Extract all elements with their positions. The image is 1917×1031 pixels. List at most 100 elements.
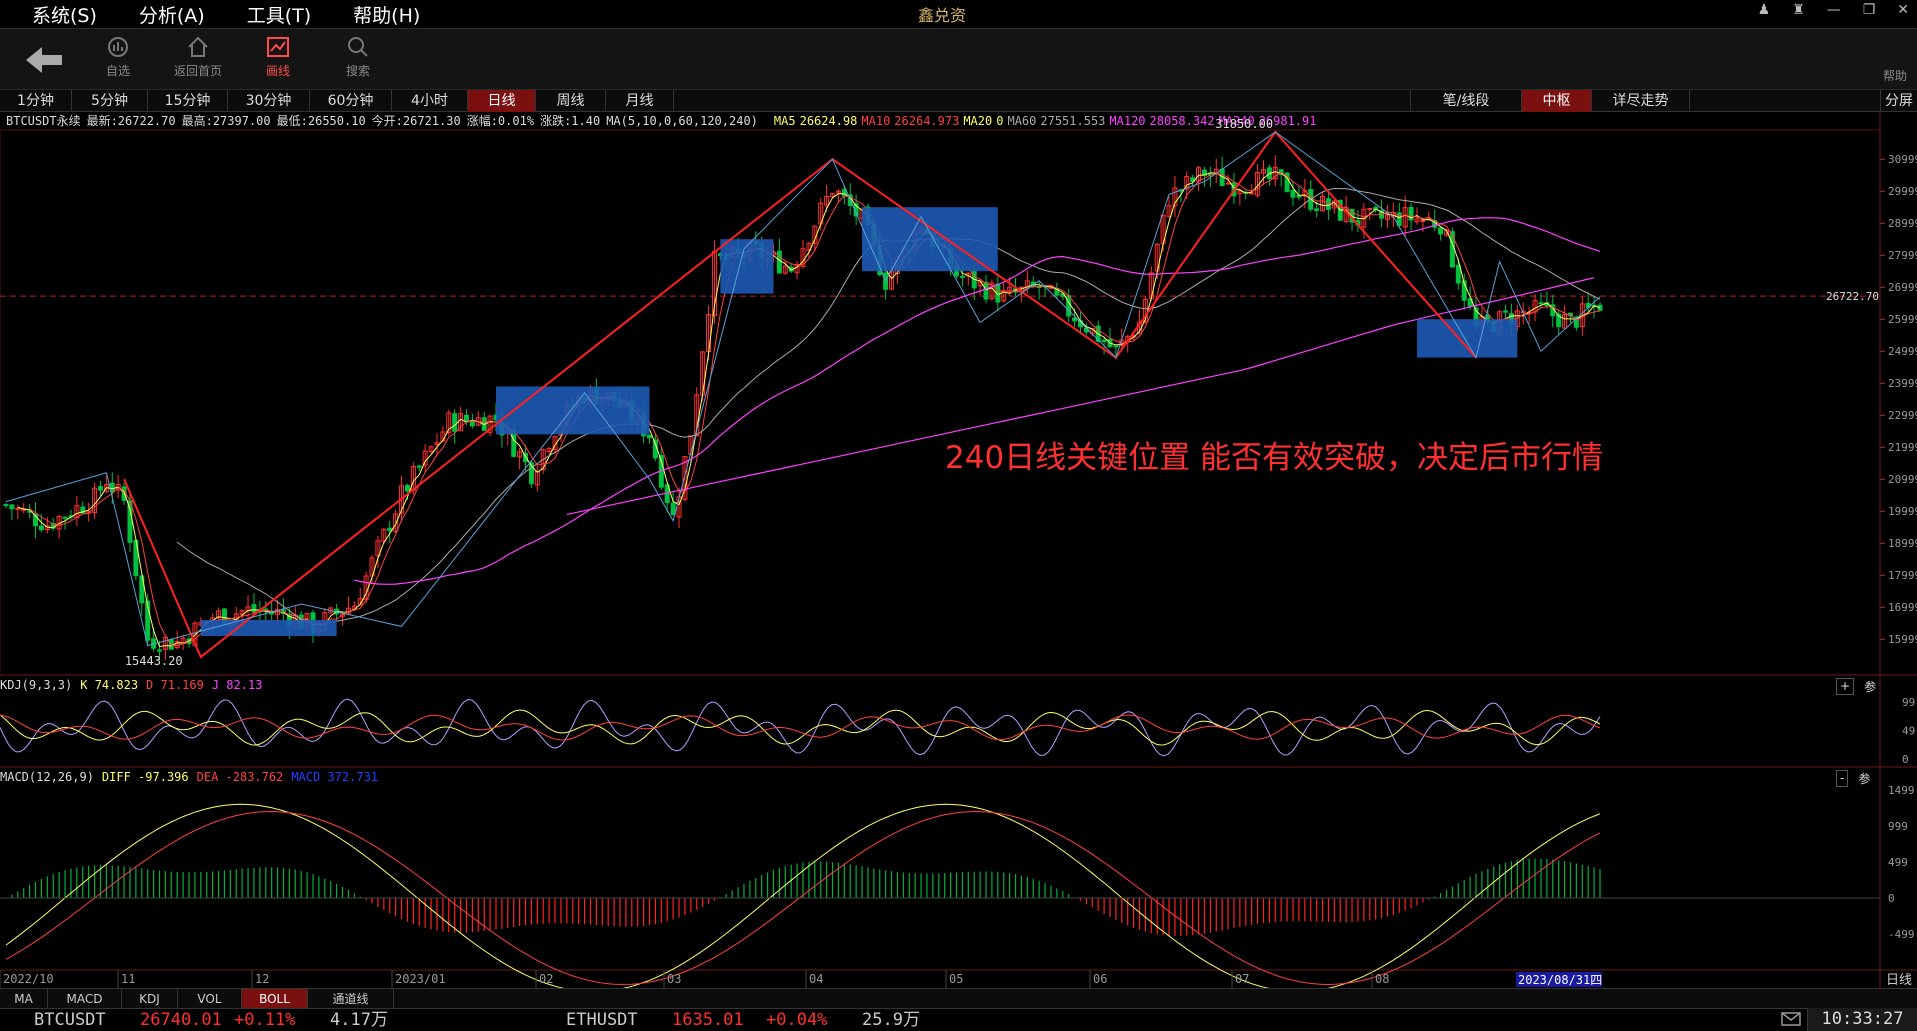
chart-annotation: 240日线关键位置 能否有效突破，决定后市行情 <box>945 440 1604 476</box>
candle-body <box>959 275 965 278</box>
status-vol-1: 4.17万 <box>330 1010 388 1030</box>
candle-body <box>1449 231 1455 268</box>
candle <box>369 555 375 585</box>
price-tick-label: 29999 <box>1888 185 1917 198</box>
time-tick-label: 2023/01 <box>395 972 446 986</box>
status-symbol-2[interactable]: ETHUSDT <box>566 1009 638 1031</box>
price-tick-label: 15999 <box>1888 633 1917 646</box>
candle-body <box>62 516 68 519</box>
candle <box>475 411 481 427</box>
kdj-d: D 71.169 <box>146 678 204 692</box>
candle-body <box>1420 219 1426 222</box>
candle <box>965 272 971 286</box>
candle <box>517 447 523 470</box>
macd-label: MACD(12,26,9) DIFF -97.396 DEA -283.762 … <box>0 770 378 784</box>
candle <box>1355 210 1361 233</box>
candle <box>1060 292 1066 301</box>
kdj-tick-label: 0 <box>1902 753 1909 766</box>
candle <box>1503 304 1509 319</box>
time-tick-label: 08 <box>1375 972 1389 986</box>
candle <box>1172 175 1178 218</box>
kdj-tick-label: 49 <box>1902 725 1915 738</box>
tab-macd[interactable]: MACD <box>48 989 122 1009</box>
candle-body <box>251 604 257 613</box>
candle-body <box>469 420 475 427</box>
candle-body <box>983 281 989 300</box>
candle-body <box>1314 208 1320 211</box>
status-pct-2: +0.04% <box>766 1010 828 1030</box>
mail-icon[interactable] <box>1781 1012 1801 1026</box>
status-symbol-1[interactable]: BTCUSDT <box>34 1009 106 1031</box>
tab-vol[interactable]: VOL <box>178 989 242 1009</box>
pivot-zone <box>496 386 650 435</box>
candle-body <box>1066 295 1072 317</box>
tab-channel[interactable]: 通道线 <box>308 989 394 1009</box>
candle-body <box>1538 302 1544 305</box>
candle-body <box>97 486 103 491</box>
tab-kdj[interactable]: KDJ <box>122 989 178 1009</box>
pivot-zone <box>200 620 337 636</box>
candle <box>9 503 15 521</box>
kdj-j-line <box>0 698 1601 757</box>
candle <box>33 502 39 539</box>
candle-body <box>776 250 782 274</box>
candle-body <box>647 434 653 439</box>
candle <box>422 444 428 472</box>
candle-body <box>21 509 27 512</box>
price-tick-label: 25999 <box>1888 313 1917 326</box>
kdj-k-line <box>0 709 1601 746</box>
macd-tick-label: 0 <box>1888 892 1895 905</box>
kdj-param-button[interactable]: 参 <box>1864 678 1876 695</box>
tab-ma[interactable]: MA <box>0 989 48 1009</box>
candle-body <box>1455 264 1461 284</box>
kdj-tick-label: 99 <box>1902 696 1915 709</box>
price-tick-label: 19999 <box>1888 505 1917 518</box>
candle <box>1438 226 1444 241</box>
price-tick-label: 26999 <box>1888 281 1917 294</box>
candle <box>1243 190 1249 200</box>
candle <box>1544 291 1550 309</box>
macd-tick-label: 499 <box>1888 856 1908 869</box>
kdj-label: KDJ(9,3,3) K 74.823 D 71.169 J 82.13 <box>0 678 262 692</box>
candle <box>92 482 98 519</box>
candle-body <box>1101 339 1107 343</box>
candle <box>74 495 80 526</box>
price-tick-label: 16999 <box>1888 601 1917 614</box>
candle <box>97 480 103 496</box>
status-vol-2: 25.9万 <box>862 1010 920 1030</box>
time-cursor-label: 2023/08/31四 <box>1518 973 1602 987</box>
price-tick-label: 21999 <box>1888 441 1917 454</box>
macd-minus-button[interactable]: - <box>1836 770 1849 787</box>
macd-dea: DEA -283.762 <box>196 770 284 784</box>
candle <box>481 411 487 431</box>
candle <box>168 638 174 650</box>
kdj-controls: + 参 <box>1836 678 1876 695</box>
tab-boll[interactable]: BOLL <box>242 989 308 1009</box>
candle-body <box>269 612 275 615</box>
candle-body <box>387 527 393 532</box>
pivot-zone <box>720 239 774 294</box>
candle-body <box>404 484 410 492</box>
time-tick-label: 04 <box>809 972 823 986</box>
candle <box>1526 306 1532 324</box>
candle-body <box>1503 310 1509 313</box>
time-tick-label: 05 <box>949 972 963 986</box>
candle-body <box>1113 345 1119 348</box>
candle <box>1550 294 1556 328</box>
status-pct-1: +0.11% <box>234 1010 296 1030</box>
status-price-1: 26740.01 <box>140 1010 222 1030</box>
candle <box>1196 165 1202 191</box>
candle <box>280 598 286 623</box>
current-price-label: 26722.70 <box>1826 290 1879 303</box>
candle <box>1201 166 1207 187</box>
clock: 10:33:27 <box>1807 1008 1917 1031</box>
candle <box>1278 169 1284 187</box>
low-price-mark: 15443.20 <box>125 654 183 668</box>
macd-param-button[interactable]: 参 <box>1858 770 1870 787</box>
candle <box>1066 288 1072 323</box>
candle-body <box>1438 227 1444 235</box>
time-unit-label: 日线 <box>1886 973 1912 988</box>
kdj-add-button[interactable]: + <box>1836 678 1855 695</box>
candle <box>1260 160 1266 185</box>
candle <box>1384 205 1390 228</box>
